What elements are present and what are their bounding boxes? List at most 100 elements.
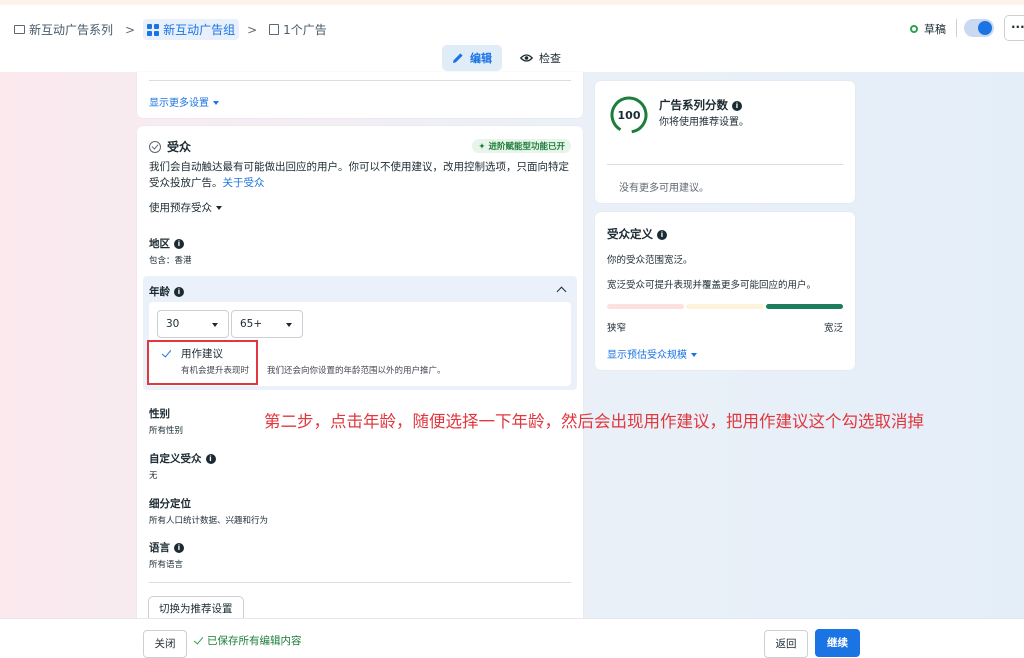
meter-broad-label: 宽泛 [823,323,843,334]
campaign-score-card: 100 广告系列分数 i 你将使用推荐设置。 没有更多可用建议。 [595,81,855,203]
detailed-targeting-label: 细分定位 [149,498,191,510]
show-estimated-size-label: 显示预估受众规模 [607,350,687,361]
breadcrumb-campaign-label: 新互动广告系列 [29,23,114,37]
audience-description-text: 我们会自动触达最有可能做出回应的用户。你可以不使用建议，改用控制选项，只面向特定… [149,161,569,189]
settings-card: 显示更多设置 [137,72,583,118]
tab-review[interactable]: 检查 [510,45,571,71]
custom-audience-label: 自定义受众 i [149,451,216,466]
meter-segment-narrow [607,304,685,309]
tab-review-label: 检查 [539,52,561,65]
tab-edit-label: 编辑 [470,52,492,65]
close-button[interactable]: 关闭 [143,630,187,658]
language-section[interactable]: 语言 i 所有语言 [149,540,184,570]
score-value: 100 [618,109,641,122]
more-options-button[interactable]: ··· [1004,15,1024,41]
audience-title: 受众 [149,138,191,155]
saved-audience-label: 使用预存受众 [149,202,212,214]
folder-icon [14,25,25,34]
region-label: 地区 i [149,236,192,251]
breadcrumb-ad-label: 1个广告 [283,23,327,37]
grid-icon [147,23,160,36]
info-icon: i [205,454,216,464]
age-min-select[interactable]: 30 [157,310,229,338]
breadcrumb-campaign[interactable]: 新互动广告系列 [10,19,117,40]
status-label: 草稿 [924,23,946,36]
age-label[interactable]: 年龄 i [149,284,184,299]
gender-value: 所有性别 [149,426,184,436]
divider [149,582,571,583]
show-estimated-size-link[interactable]: 显示预估受众规模 [607,346,697,361]
show-more-settings-link[interactable]: 显示更多设置 [149,94,219,109]
age-max-value: 65+ [240,318,263,330]
publish-toggle[interactable] [964,19,994,37]
region-value: 包含：香港 [149,256,192,266]
status-dot-icon [910,25,918,33]
gender-label: 性别 [149,408,170,420]
breadcrumb-ad[interactable]: 1个广告 [265,19,331,40]
breadcrumb-adset[interactable]: 新互动广告组 [143,19,240,40]
chevron-right-icon: > [125,22,136,37]
draft-status: 草稿 [910,21,946,37]
custom-audience-value: 无 [149,471,158,481]
score-subtitle: 你将使用推荐设置。 [659,117,749,128]
info-icon: i [174,239,184,249]
definition-title: 受众定义 i [607,226,667,242]
meter-segment-mid [686,304,764,309]
caret-down-icon [212,323,218,327]
gender-section[interactable]: 性别 所有性别 [149,406,183,436]
divider [607,164,843,165]
breadcrumb: 新互动广告系列 > 新互动广告组 > 1个广告 [10,19,331,40]
saved-audience-dropdown[interactable]: 使用预存受众 [149,200,222,215]
mode-tabs: 编辑 检查 [442,45,571,71]
chevron-right-icon: > [247,22,258,37]
age-min-value: 30 [166,318,180,330]
show-more-settings-label: 显示更多设置 [149,98,209,109]
detailed-targeting-value: 所有人口统计数据、兴趣和行为 [149,516,269,526]
custom-audience-section[interactable]: 自定义受众 i 无 [149,451,216,481]
check-circle-icon [149,140,161,153]
collapse-icon[interactable] [556,286,567,297]
definition-line-2: 宽泛受众可提升表现并覆盖更多可能回应的用户。 [607,280,817,291]
caret-down-icon [286,323,292,327]
back-button[interactable]: 返回 [764,630,808,658]
highlight-box [147,340,258,385]
info-icon[interactable]: i [732,100,742,111]
audience-description: 我们会自动触达最有可能做出回应的用户。你可以不使用建议，改用控制选项，只面向特定… [149,160,574,191]
audience-size-meter [607,304,843,309]
saved-status: 已保存所有编辑内容 [193,633,302,648]
bottom-bar: 关闭 已保存所有编辑内容 返回 继续 [0,618,1024,658]
breadcrumb-adset-label: 新互动广告组 [163,23,236,37]
age-max-select[interactable]: 65+ [231,310,303,338]
info-icon[interactable]: i [657,229,667,240]
tab-edit[interactable]: 编辑 [442,45,502,71]
check-icon [193,633,204,645]
caret-down-icon [216,206,222,210]
score-title: 广告系列分数 i [659,97,742,113]
no-suggestions-text: 没有更多可用建议。 [619,183,709,194]
document-icon [269,24,280,35]
top-bar: 新互动广告系列 > 新互动广告组 > 1个广告 草稿 ··· 编辑 检查 [0,0,1024,72]
info-icon: i [174,543,184,553]
region-section[interactable]: 地区 i 包含：香港 [149,236,192,266]
saved-status-label: 已保存所有编辑内容 [207,635,302,647]
language-label: 语言 i [149,540,184,555]
audience-title-label: 受众 [167,140,192,154]
caret-down-icon [213,101,219,105]
pencil-icon [453,53,463,63]
meter-narrow-label: 狭窄 [607,323,627,334]
advantage-badge-label: 进阶赋能型功能已开 [488,142,565,152]
eye-icon [520,54,533,62]
advantage-badge: ✦ 进阶赋能型功能已开 [472,139,571,153]
divider [149,80,571,81]
meter-segment-broad [765,304,843,309]
divider [956,19,957,37]
info-icon: i [174,287,184,297]
score-ring-icon: 100 [610,96,648,134]
audience-definition-card: 受众定义 i 你的受众范围宽泛。 宽泛受众可提升表现并覆盖更多可能回应的用户。 狭… [595,212,855,370]
caret-down-icon [691,353,697,357]
instruction-annotation: 第二步，点击年龄，随便选择一下年龄，然后会出现用作建议，把用作建议这个勾选取消掉 [264,412,924,431]
definition-line-1: 你的受众范围宽泛。 [607,255,693,266]
detailed-targeting-section[interactable]: 细分定位 所有人口统计数据、兴趣和行为 [149,496,268,526]
about-audience-link[interactable]: 关于受众 [223,177,265,189]
continue-button[interactable]: 继续 [815,629,860,657]
